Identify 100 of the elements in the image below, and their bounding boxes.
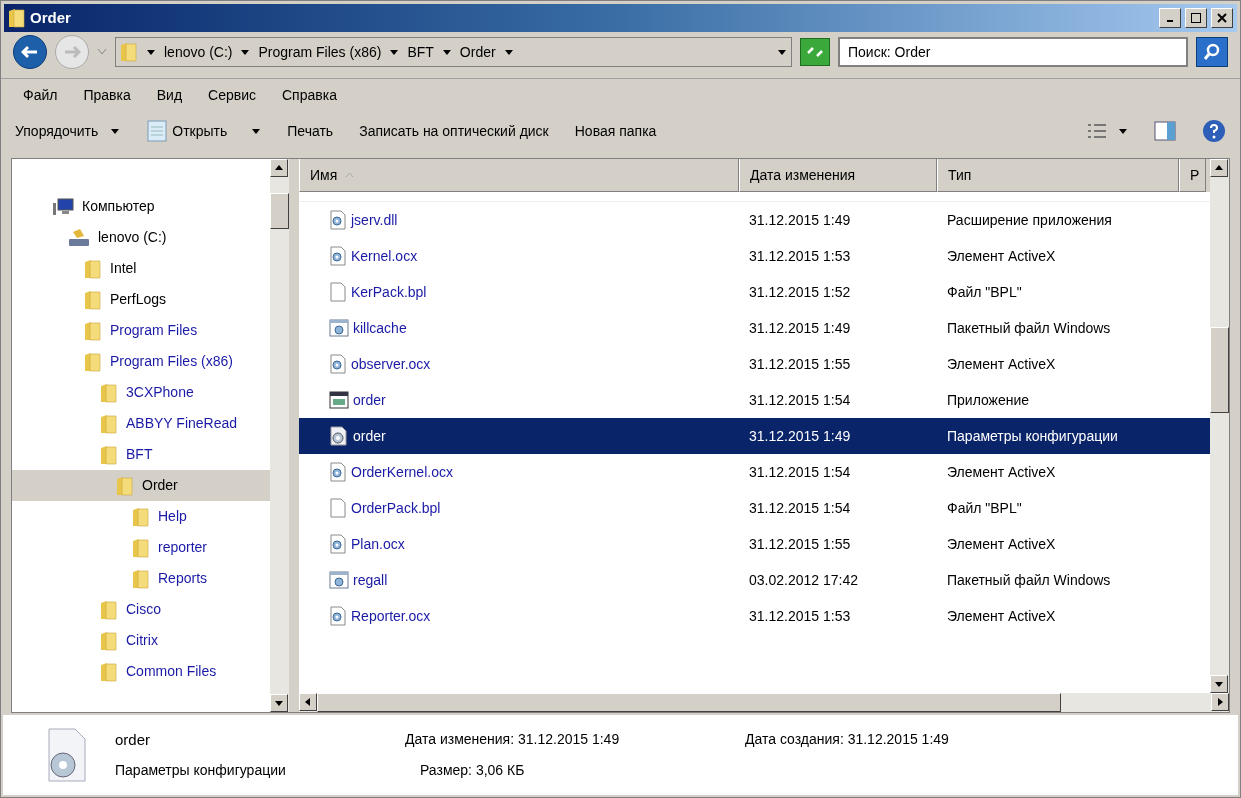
tree-item[interactable]: BFT bbox=[12, 439, 270, 470]
folder-icon bbox=[84, 289, 102, 310]
back-button[interactable] bbox=[13, 35, 47, 69]
file-name: Plan.ocx bbox=[351, 534, 405, 554]
scroll-arrow-button[interactable] bbox=[1210, 159, 1228, 177]
help-icon bbox=[1202, 119, 1226, 143]
maximize-button[interactable] bbox=[1185, 8, 1207, 28]
table-cell-text: 31.12.2015 1:49 bbox=[748, 210, 852, 230]
tree-item[interactable]: Citrix bbox=[12, 625, 270, 656]
search-field[interactable]: Поиск: Order bbox=[838, 37, 1188, 67]
menu-item[interactable]: Вид bbox=[156, 85, 183, 106]
tree-item[interactable]: Cisco bbox=[12, 594, 270, 625]
file-row[interactable]: jserv.dll 31.12.2015 1:49 Расширение приложения bbox=[299, 202, 1210, 238]
tree-item[interactable]: Program Files (x86) bbox=[12, 346, 270, 377]
table-cell-text: 31.12.2015 1:52 bbox=[748, 282, 852, 302]
tree-item[interactable]: lenovo (C:) bbox=[12, 222, 270, 253]
arrow-right-icon bbox=[63, 45, 81, 59]
detail-name: order bbox=[115, 730, 152, 751]
gear-file-icon bbox=[329, 534, 347, 554]
toolbar-button[interactable]: Записать на оптический диск bbox=[359, 120, 549, 142]
tree-item[interactable]: 3CXPhone bbox=[12, 377, 270, 408]
tree-item[interactable]: Reports bbox=[12, 563, 270, 594]
arrow-icon bbox=[274, 163, 284, 173]
scroll-arrow-button[interactable] bbox=[1211, 693, 1229, 711]
tree-item[interactable]: ABBYY FineRead bbox=[12, 408, 270, 439]
tree-item[interactable]: Order bbox=[12, 470, 270, 501]
notepad-icon bbox=[146, 119, 169, 143]
breadcrumb-link[interactable]: Order bbox=[459, 41, 496, 63]
file-row[interactable]: Reporter.ocx 31.12.2015 1:53 Элемент ActiveX bbox=[299, 598, 1210, 634]
close-button[interactable] bbox=[1211, 8, 1233, 28]
drive-icon bbox=[68, 227, 90, 248]
scrollbar[interactable] bbox=[270, 159, 289, 712]
menu-item[interactable]: Файл bbox=[23, 85, 58, 106]
toolbar-button[interactable]: Новая папка bbox=[574, 120, 657, 142]
tree-item[interactable]: Program Files bbox=[12, 315, 270, 346]
tree-item[interactable]: Common Files bbox=[12, 656, 270, 687]
scroll-thumb[interactable] bbox=[1210, 327, 1229, 413]
column-header[interactable]: Имя bbox=[299, 159, 739, 192]
tree-item[interactable]: reporter bbox=[12, 532, 270, 563]
file-row[interactable]: killcache 31.12.2015 1:49 Пакетный файл Windows bbox=[299, 310, 1210, 346]
minimize-button[interactable] bbox=[1159, 8, 1181, 28]
menu-item[interactable]: Справка bbox=[282, 85, 337, 106]
window-title: Order bbox=[30, 7, 71, 28]
file-row[interactable]: order 31.12.2015 1:49 Параметры конфигурации bbox=[299, 418, 1210, 454]
scroll-thumb[interactable] bbox=[317, 693, 1061, 712]
file-row[interactable]: KerPack.bpl 31.12.2015 1:52 Файл "BPL" bbox=[299, 274, 1210, 310]
scroll-arrow-button[interactable] bbox=[270, 159, 288, 177]
scrollbar[interactable] bbox=[1210, 159, 1229, 693]
table-cell-text: 31.12.2015 1:53 bbox=[748, 246, 852, 266]
file-row[interactable]: observer.ocx 31.12.2015 1:55 Элемент ActiveX bbox=[299, 346, 1210, 382]
file-row[interactable]: order 31.12.2015 1:54 Приложение bbox=[299, 382, 1210, 418]
file-row[interactable]: OrderPack.bpl 31.12.2015 1:54 Файл "BPL" bbox=[299, 490, 1210, 526]
scroll-thumb[interactable] bbox=[270, 193, 289, 229]
menu-item[interactable]: Сервис bbox=[208, 85, 256, 106]
file-name: jserv.dll bbox=[351, 210, 398, 230]
toolbar-button[interactable]: Упорядочить bbox=[15, 120, 121, 142]
folder-icon bbox=[116, 475, 134, 496]
file-row[interactable]: regall 03.02.2012 17:42 Пакетный файл Windows bbox=[299, 562, 1210, 598]
file-row[interactable]: Kernel.ocx 31.12.2015 1:53 Элемент ActiveX bbox=[299, 238, 1210, 274]
tree-item[interactable]: Help bbox=[12, 501, 270, 532]
scroll-arrow-button[interactable] bbox=[1210, 675, 1228, 693]
folder-icon bbox=[100, 413, 118, 434]
scroll-arrow-button[interactable] bbox=[299, 693, 317, 711]
gear-file-icon bbox=[329, 426, 349, 446]
tree-item[interactable]: PerfLogs bbox=[12, 284, 270, 315]
refresh-button[interactable] bbox=[800, 38, 830, 66]
table-cell-text: Элемент ActiveX bbox=[946, 354, 1057, 374]
folder-icon bbox=[100, 630, 118, 651]
tree-item[interactable]: Компьютер bbox=[12, 191, 270, 222]
scroll-arrow-button[interactable] bbox=[270, 694, 288, 712]
preview-pane-icon bbox=[1154, 121, 1176, 141]
search-button[interactable] bbox=[1196, 37, 1228, 67]
scrollbar[interactable] bbox=[299, 693, 1229, 712]
file-row[interactable]: OrderKernel.ocx 31.12.2015 1:54 Элемент ActiveX bbox=[299, 454, 1210, 490]
table-cell-text: 31.12.2015 1:55 bbox=[748, 534, 852, 554]
folder-icon bbox=[132, 568, 150, 589]
breadcrumb-link[interactable]: Program Files (x86) bbox=[258, 41, 382, 63]
column-header[interactable]: Дата изменения bbox=[739, 159, 937, 192]
table-cell-text: Элемент ActiveX bbox=[946, 534, 1057, 554]
arrow-icon bbox=[1214, 163, 1224, 173]
breadcrumb-link[interactable]: lenovo (C:) bbox=[164, 41, 233, 63]
file-name: KerPack.bpl bbox=[351, 282, 427, 302]
toolbar-button[interactable]: Печать bbox=[287, 120, 334, 142]
folder-icon bbox=[84, 320, 102, 341]
breadcrumb-link[interactable]: BFT bbox=[407, 41, 434, 63]
table-cell-text: Пакетный файл Windows bbox=[946, 570, 1112, 590]
arrow-left-icon bbox=[21, 45, 39, 59]
column-header[interactable]: Р bbox=[1179, 159, 1206, 192]
toolbar-button[interactable]: Открыть bbox=[146, 119, 262, 143]
caret-icon bbox=[503, 47, 514, 57]
table-cell-text: 31.12.2015 1:49 bbox=[748, 426, 852, 446]
gear-file-icon bbox=[329, 606, 347, 626]
table-cell-text: 31.12.2015 1:55 bbox=[748, 354, 852, 374]
file-row[interactable]: Plan.ocx 31.12.2015 1:55 Элемент ActiveX bbox=[299, 526, 1210, 562]
address-bar[interactable]: lenovo (C:) Program Files (x86) BFT Order bbox=[115, 37, 792, 67]
caret-icon bbox=[777, 47, 787, 57]
menu-item[interactable]: Правка bbox=[83, 85, 131, 106]
caret-icon bbox=[146, 47, 156, 57]
column-header[interactable]: Тип bbox=[937, 159, 1179, 192]
tree-item[interactable]: Intel bbox=[12, 253, 270, 284]
